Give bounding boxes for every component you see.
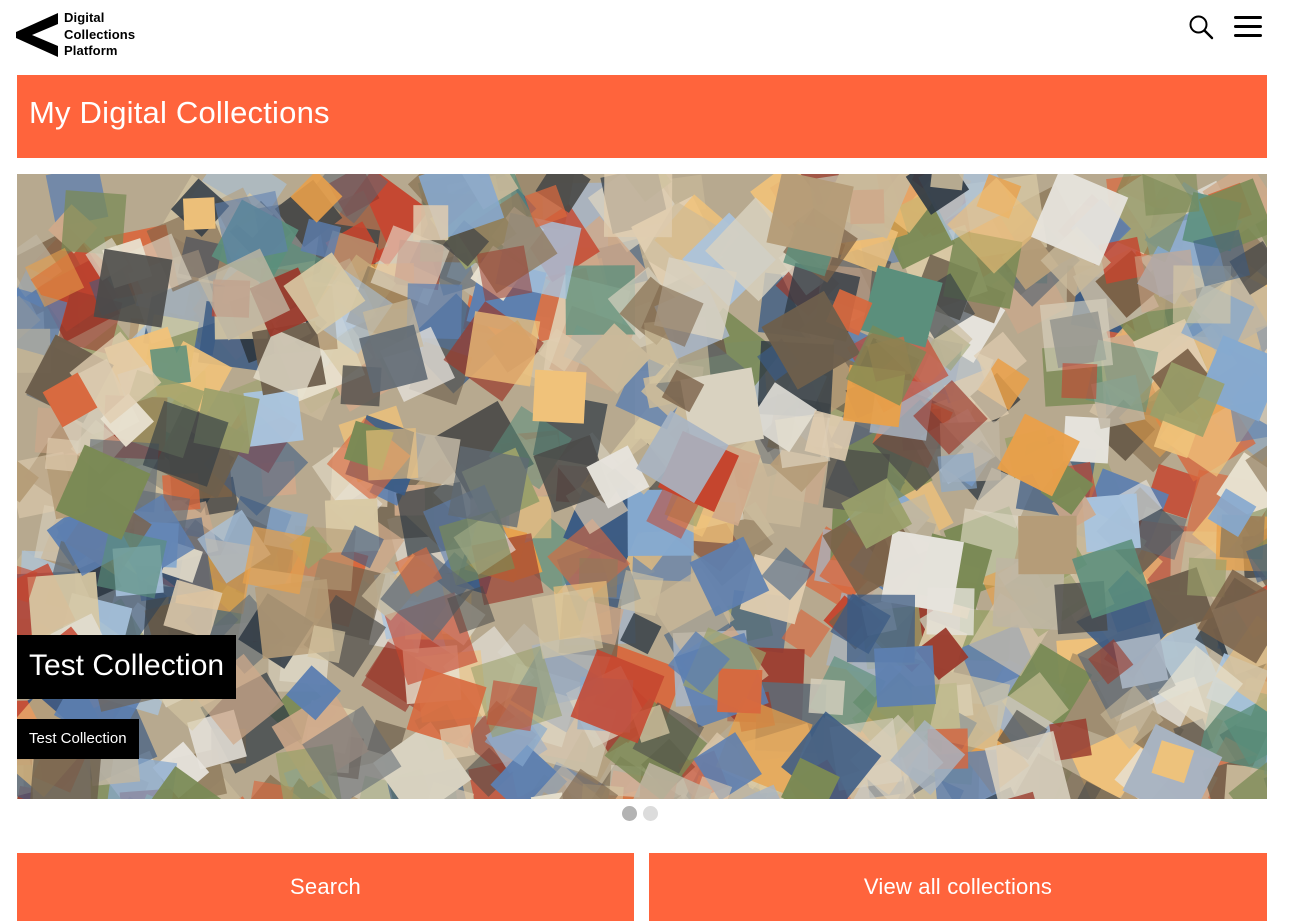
- carousel-dot[interactable]: [622, 806, 637, 821]
- site-logo[interactable]: Digital Collections Platform: [16, 10, 135, 60]
- search-icon[interactable]: [1186, 12, 1216, 42]
- logo-text: Digital Collections Platform: [64, 10, 135, 60]
- slide-title[interactable]: Test Collection: [17, 635, 237, 699]
- logo-line: Platform: [64, 43, 118, 58]
- carousel-dots: [622, 806, 658, 821]
- page-title-bar: My Digital Collections: [17, 75, 1267, 158]
- collection-carousel[interactable]: Test Collection Test Collection: [17, 174, 1267, 799]
- view-all-collections-button[interactable]: View all collections: [649, 853, 1267, 921]
- slide-subtitle[interactable]: Test Collection: [17, 719, 139, 759]
- logo-chevron-icon: [16, 12, 58, 57]
- site-header: Digital Collections Platform: [0, 0, 1297, 75]
- menu-icon[interactable]: [1233, 12, 1263, 42]
- page-title: My Digital Collections: [29, 95, 330, 130]
- search-button[interactable]: Search: [17, 853, 634, 921]
- logo-line: Digital: [64, 10, 105, 25]
- slide-artwork: [17, 174, 1267, 799]
- carousel-dot[interactable]: [643, 806, 658, 821]
- logo-line: Collections: [64, 26, 136, 42]
